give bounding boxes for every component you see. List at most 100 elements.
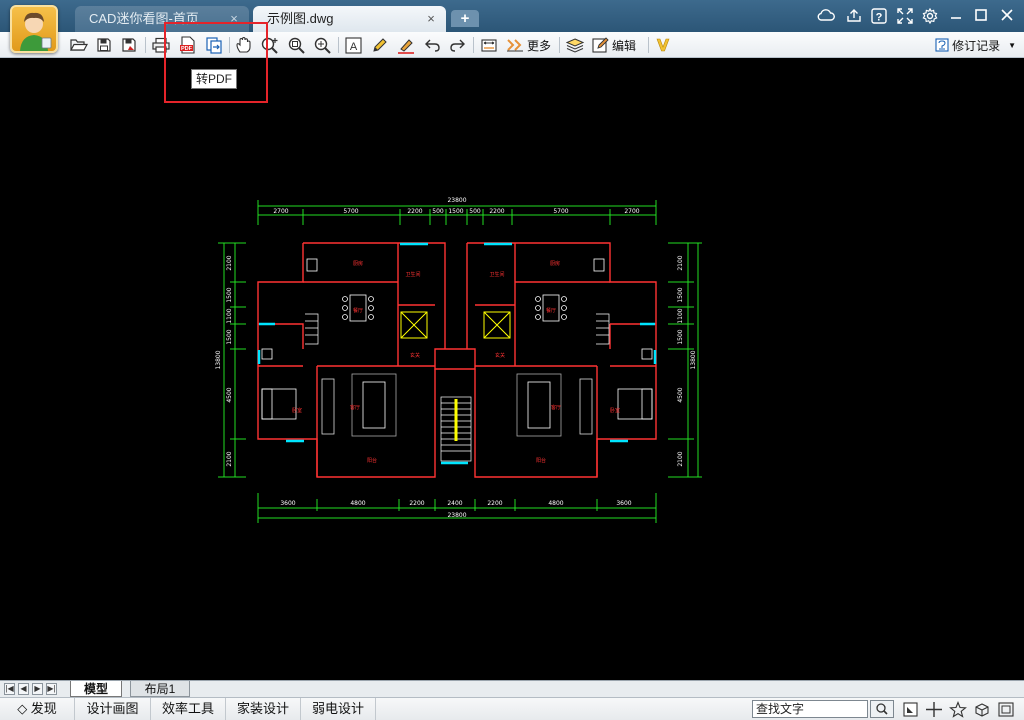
drawing-canvas[interactable]: 23800 2700 5700 2200 500 1500 500 2200 5… xyxy=(0,59,1024,680)
layout-tab-model[interactable]: 模型 xyxy=(70,681,122,697)
main-toolbar: PDF A 更多 编辑 修订记录 ▼ xyxy=(0,32,1024,58)
layers-button[interactable] xyxy=(566,35,584,55)
save-icon xyxy=(97,38,111,52)
toolbar-separator xyxy=(473,37,474,53)
status-bar: ◇ 发现 设计画图 效率工具 家装设计 弱电设计 查找文字 xyxy=(0,697,1024,720)
highlighter-icon xyxy=(398,38,414,54)
next-layout-icon[interactable]: ▶ xyxy=(32,683,43,695)
undo-icon xyxy=(425,39,440,52)
text-a-icon: A xyxy=(345,36,362,54)
dim-right-overall: 13800 xyxy=(690,350,697,369)
dim-right-2: 1500 xyxy=(677,287,684,302)
prev-layout-icon[interactable]: ◀ xyxy=(18,683,29,695)
home-design-button[interactable]: 家装设计 xyxy=(226,698,301,720)
fit-window-icon[interactable] xyxy=(997,701,1015,718)
dim-top-overall: 23800 xyxy=(447,197,466,204)
markup-button[interactable] xyxy=(397,35,415,55)
fullscreen-icon[interactable] xyxy=(894,6,916,26)
last-layout-icon[interactable]: ▶| xyxy=(46,683,57,695)
zoom-window-button[interactable] xyxy=(287,35,305,55)
tab-drawing-close-icon[interactable]: × xyxy=(424,6,438,32)
low-voltage-design-button[interactable]: 弱电设计 xyxy=(301,698,376,720)
title-bar: CAD迷你看图-首页 × 示例图.dwg × + ? xyxy=(0,0,1024,32)
revision-dropdown-icon[interactable]: ▼ xyxy=(1008,41,1016,50)
room-label-balcony-left: 阳台 xyxy=(367,457,377,464)
favorite-star-icon[interactable] xyxy=(949,701,967,718)
dim-top-8: 5700 xyxy=(553,208,568,215)
tab-drawing-label: 示例图.dwg xyxy=(267,11,334,26)
efficiency-tools-button[interactable]: 效率工具 xyxy=(151,698,226,720)
redo-button[interactable] xyxy=(449,35,466,55)
snap-icon[interactable] xyxy=(902,701,920,718)
dim-left-5: 4500 xyxy=(226,387,233,402)
save-as-button[interactable] xyxy=(121,35,137,55)
highlight-box xyxy=(164,22,268,103)
3d-view-icon[interactable] xyxy=(973,701,991,718)
dim-right-6: 2100 xyxy=(677,451,684,466)
layout-tab-bar: |◀ ◀ ▶ ▶| 模型 布局1 xyxy=(0,680,1024,697)
find-text-input[interactable]: 查找文字 xyxy=(752,700,868,718)
layers-icon xyxy=(566,38,584,53)
dim-bottom-1: 3600 xyxy=(280,500,295,507)
dim-top-5: 1500 xyxy=(448,208,463,215)
cloud-icon[interactable] xyxy=(815,6,837,26)
room-label-living-right: 客厅 xyxy=(551,404,561,411)
dimension-text-group: 23800 2700 5700 2200 500 1500 500 2200 5… xyxy=(215,197,697,519)
revision-history-label: 修订记录 xyxy=(952,38,1001,53)
dim-top-2: 5700 xyxy=(343,208,358,215)
user-avatar[interactable] xyxy=(10,5,58,53)
pencil-button[interactable] xyxy=(371,35,388,55)
find-text-button[interactable] xyxy=(870,700,894,718)
undo-button[interactable] xyxy=(424,35,441,55)
dim-top-3: 2200 xyxy=(407,208,422,215)
dim-left-overall: 13800 xyxy=(215,350,222,369)
dim-bottom-7: 3600 xyxy=(616,500,631,507)
save-as-icon xyxy=(122,38,136,52)
crosshair-icon[interactable] xyxy=(925,701,943,718)
discover-button[interactable]: ◇ 发现 xyxy=(0,698,75,720)
room-label-bath-left: 卫生间 xyxy=(405,271,420,278)
room-label-entry-left: 玄关 xyxy=(410,352,420,359)
zoom-window-icon xyxy=(288,37,305,54)
dim-top-9: 2700 xyxy=(624,208,639,215)
text-tool-button[interactable]: A xyxy=(345,35,362,55)
more-button[interactable]: 更多 xyxy=(506,35,551,55)
open-file-button[interactable] xyxy=(70,35,88,55)
save-button[interactable] xyxy=(96,35,112,55)
edit-icon xyxy=(592,36,609,53)
elevators xyxy=(400,311,511,339)
zoom-extents-button[interactable] xyxy=(313,35,331,55)
svg-text:A: A xyxy=(350,41,358,53)
minimize-icon[interactable] xyxy=(945,6,967,26)
vip-button[interactable] xyxy=(656,35,670,55)
dim-bottom-6: 4800 xyxy=(548,500,563,507)
help-icon[interactable]: ? xyxy=(868,6,890,26)
double-chevron-icon xyxy=(507,39,523,52)
revision-history-button[interactable]: 修订记录 ▼ xyxy=(935,36,1016,54)
design-drawing-button[interactable]: 设计画图 xyxy=(75,698,151,720)
measure-button[interactable] xyxy=(480,35,498,55)
search-icon xyxy=(876,703,888,715)
close-window-icon[interactable] xyxy=(996,6,1018,26)
share-icon[interactable] xyxy=(843,6,865,26)
room-label-dining-right: 餐厅 xyxy=(546,307,556,314)
dim-left-1: 2100 xyxy=(226,255,233,270)
dim-top-1: 2700 xyxy=(273,208,288,215)
edit-button[interactable]: 编辑 xyxy=(592,35,636,55)
layout-tab-layout1[interactable]: 布局1 xyxy=(130,681,190,697)
new-tab-button[interactable]: + xyxy=(451,10,479,27)
tab-drawing[interactable]: 示例图.dwg × xyxy=(253,6,446,32)
pencil-icon xyxy=(373,37,387,52)
room-label-bedroom-left: 卧室 xyxy=(292,407,302,414)
dim-top-7: 2200 xyxy=(489,208,504,215)
room-label-bath-right: 卫生间 xyxy=(489,271,504,278)
first-layout-icon[interactable]: |◀ xyxy=(4,683,15,695)
toolbar-separator xyxy=(338,37,339,53)
svg-text:?: ? xyxy=(876,12,883,24)
toolbar-separator xyxy=(145,37,146,53)
settings-gear-icon[interactable] xyxy=(919,6,941,26)
zoom-extents-icon xyxy=(314,37,331,54)
stairs xyxy=(305,313,610,462)
dim-left-4: 1500 xyxy=(226,329,233,344)
maximize-icon[interactable] xyxy=(970,6,992,26)
